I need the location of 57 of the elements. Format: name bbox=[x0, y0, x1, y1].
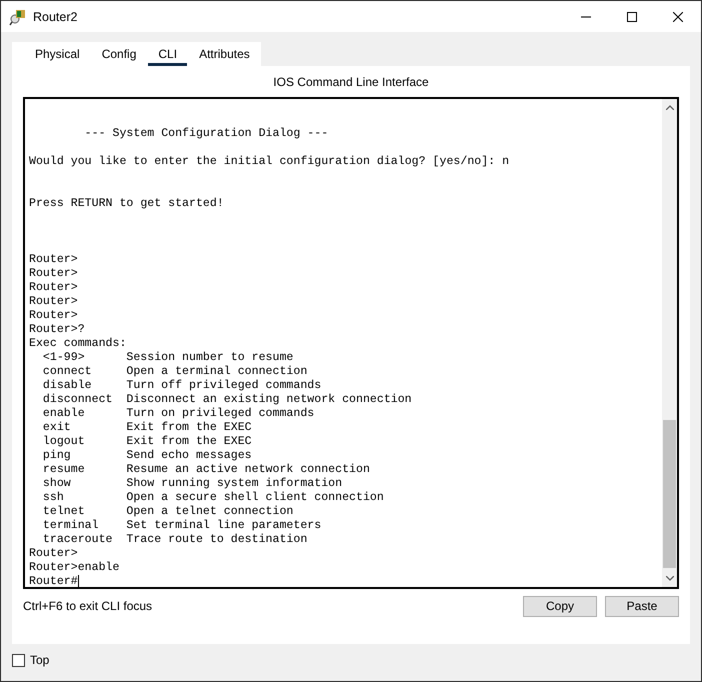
checkbox-label: Top bbox=[30, 653, 50, 667]
command-description: Trace route to destination bbox=[126, 533, 308, 547]
command-name: telnet bbox=[42, 505, 86, 519]
command-name: <1-99> bbox=[42, 351, 86, 365]
terminal-line: --- System Configuration Dialog --- bbox=[84, 127, 328, 141]
terminal-line: Router> bbox=[29, 309, 78, 323]
terminal-prompt: Router# bbox=[29, 575, 78, 589]
text-cursor bbox=[78, 575, 79, 588]
command-name: exit bbox=[42, 421, 72, 435]
maximize-icon bbox=[627, 12, 637, 22]
focus-hint: Ctrl+F6 to exit CLI focus bbox=[23, 599, 154, 613]
command-name: ping bbox=[42, 449, 72, 463]
command-name: terminal bbox=[42, 519, 100, 533]
scroll-down-icon[interactable] bbox=[666, 576, 674, 581]
terminal-line: Press RETURN to get started! bbox=[29, 197, 224, 211]
scroll-up-icon[interactable] bbox=[666, 105, 674, 110]
command-description: Exit from the EXEC bbox=[126, 435, 252, 449]
terminal-line: Router> bbox=[29, 281, 78, 295]
terminal-line: Router>? bbox=[29, 323, 85, 337]
command-description: Resume an active network connection bbox=[126, 463, 370, 477]
window-title: Router2 bbox=[33, 10, 78, 24]
terminal-line: Router> bbox=[29, 253, 78, 267]
command-name: show bbox=[42, 477, 72, 491]
command-description: Open a terminal connection bbox=[126, 365, 308, 379]
terminal-line: Exec commands: bbox=[29, 337, 126, 351]
command-description: Session number to resume bbox=[126, 351, 294, 365]
checkbox[interactable] bbox=[12, 654, 25, 666]
command-description: Open a telnet connection bbox=[126, 505, 294, 519]
copy-button[interactable]: Copy bbox=[523, 596, 597, 616]
command-description: Exit from the EXEC bbox=[126, 421, 252, 435]
command-description: Set terminal line parameters bbox=[126, 519, 322, 533]
command-name: ssh bbox=[42, 491, 65, 505]
terminal-line: Router> bbox=[29, 295, 78, 309]
command-name: disconnect bbox=[42, 393, 114, 407]
terminal-line: Would you like to enter the initial configuration dialog? [yes/no]: n bbox=[29, 155, 510, 169]
scroll-thumb[interactable] bbox=[663, 420, 676, 568]
command-name: connect bbox=[42, 365, 93, 379]
command-name: traceroute bbox=[42, 533, 114, 547]
command-description: Turn off privileged commands bbox=[126, 379, 322, 393]
command-description: Show running system information bbox=[126, 477, 342, 491]
terminal-line: Router> bbox=[29, 547, 78, 561]
command-name: logout bbox=[42, 435, 86, 449]
command-name: resume bbox=[42, 463, 86, 477]
command-description: Send echo messages bbox=[126, 449, 252, 463]
command-description: Turn on privileged commands bbox=[126, 407, 314, 421]
paste-button[interactable]: Paste bbox=[605, 596, 679, 616]
command-description: Open a secure shell client connection bbox=[126, 491, 384, 505]
command-description: Disconnect an existing network connection bbox=[126, 393, 412, 407]
panel-title: IOS Command Line Interface bbox=[273, 75, 429, 89]
command-name: enable bbox=[42, 407, 86, 421]
terminal[interactable] bbox=[23, 97, 679, 589]
scrollbar[interactable] bbox=[662, 99, 677, 587]
router-icon bbox=[9, 8, 27, 26]
command-name: disable bbox=[42, 379, 93, 393]
terminal-line: Router> bbox=[29, 267, 78, 281]
terminal-line: Router>enable bbox=[29, 561, 120, 575]
close-icon bbox=[673, 12, 683, 22]
